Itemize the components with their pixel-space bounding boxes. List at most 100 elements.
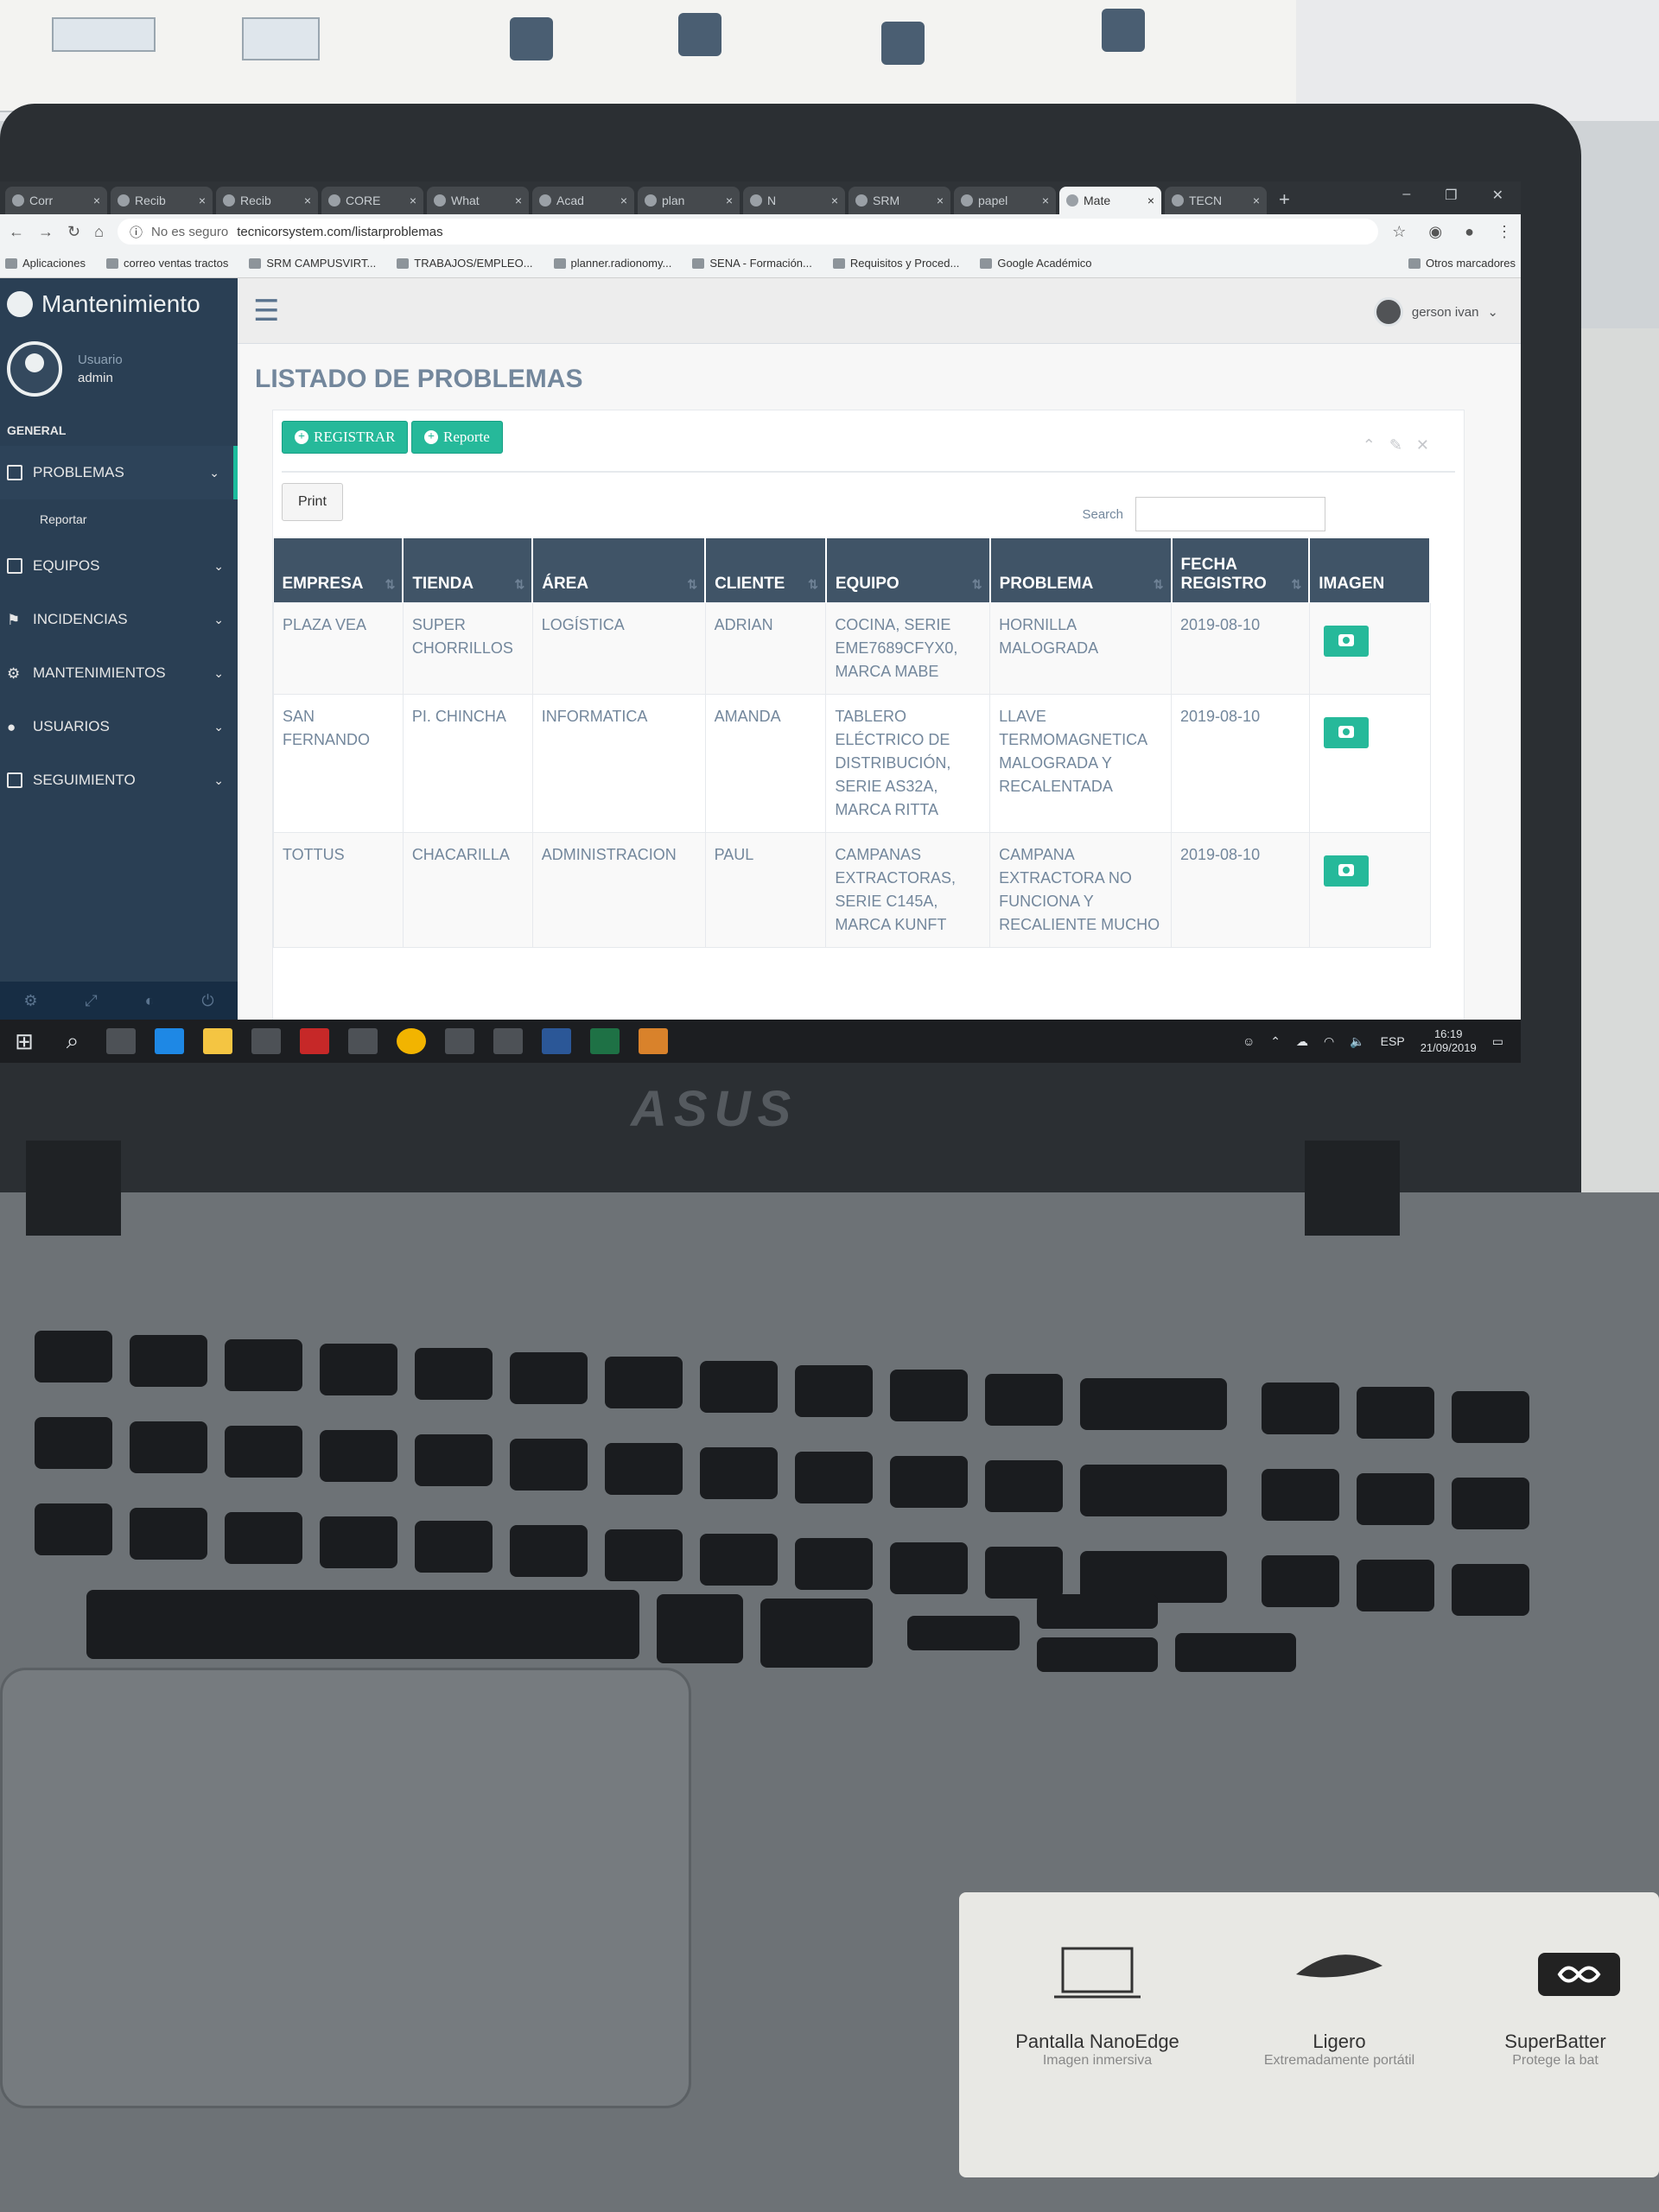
menu-icon[interactable]: ⋮	[1497, 223, 1512, 241]
browser-tab[interactable]: Recib ×	[111, 187, 213, 214]
word-icon[interactable]	[542, 1028, 571, 1054]
close-icon[interactable]: ×	[304, 194, 311, 207]
back-icon[interactable]: ←	[9, 223, 24, 241]
sidebar-item-equipos[interactable]: EQUIPOS ⌄	[0, 539, 238, 593]
calculator-icon[interactable]	[493, 1028, 523, 1054]
chevron-up-icon[interactable]: ⌃	[1270, 1034, 1281, 1049]
register-button[interactable]: + REGISTRAR	[282, 421, 409, 454]
excel-icon[interactable]	[590, 1028, 620, 1054]
close-icon[interactable]: ×	[1042, 194, 1049, 207]
search-icon[interactable]: ⌕	[58, 1027, 87, 1054]
minimize-icon[interactable]: –	[1402, 187, 1410, 204]
close-icon[interactable]: ×	[1147, 194, 1154, 207]
clock[interactable]: 16:19 21/09/2019	[1421, 1027, 1477, 1054]
bookmark-item[interactable]: TRABAJOS/EMPLEO...	[397, 257, 533, 270]
edge-icon[interactable]	[155, 1028, 184, 1054]
sidebar-item-incidencias[interactable]: ⚑ INCIDENCIAS ⌄	[0, 593, 238, 646]
maximize-icon[interactable]: ❐	[1445, 187, 1457, 204]
browser-tab[interactable]: SRM ×	[849, 187, 950, 214]
windows-start-icon[interactable]: ⊞	[10, 1028, 39, 1054]
browser-tab[interactable]: What ×	[427, 187, 529, 214]
close-icon[interactable]: ×	[831, 194, 838, 207]
close-icon[interactable]: ×	[515, 194, 522, 207]
url-field[interactable]: ⓘ No es seguro tecnicorsystem.com/listar…	[117, 219, 1379, 245]
browser-tab[interactable]: CORE ×	[321, 187, 423, 214]
column-header[interactable]: EQUIPO ⇅	[825, 538, 991, 602]
sidebar-item-usuarios[interactable]: ● USUARIOS ⌄	[0, 700, 238, 753]
close-window-icon[interactable]: ✕	[1492, 187, 1503, 204]
browser-tab[interactable]: Corr ×	[5, 187, 107, 214]
bookmark-item[interactable]: SRM CAMPUSVIRT...	[249, 257, 376, 270]
chrome-icon[interactable]	[397, 1028, 426, 1054]
extension-icon[interactable]: ◉	[1428, 223, 1442, 241]
bookmark-item[interactable]: Google Académico	[980, 257, 1091, 270]
browser-tab[interactable]: TECN ×	[1165, 187, 1267, 214]
column-header[interactable]: IMAGEN	[1309, 538, 1431, 602]
bookmark-item[interactable]: SENA - Formación...	[692, 257, 812, 270]
column-header[interactable]: ÁREA ⇅	[532, 538, 707, 602]
wifi-icon[interactable]: ◠	[1324, 1034, 1334, 1049]
reload-icon[interactable]: ↻	[67, 223, 80, 241]
new-tab-button[interactable]: +	[1270, 188, 1299, 214]
app-icon[interactable]	[639, 1028, 668, 1054]
close-icon[interactable]: ×	[1253, 194, 1260, 207]
fullscreen-icon[interactable]: ⤢	[85, 992, 97, 1010]
hamburger-menu-icon[interactable]: ☰	[253, 294, 279, 328]
column-header[interactable]: PROBLEMA ⇅	[989, 538, 1173, 602]
close-icon[interactable]: ×	[620, 194, 627, 207]
search-input[interactable]	[1135, 497, 1325, 531]
camera-icon[interactable]	[1323, 716, 1369, 748]
close-icon[interactable]: ×	[726, 194, 733, 207]
sidebar-item-problemas[interactable]: PROBLEMAS ⌄	[0, 446, 238, 499]
user-menu[interactable]: gerson ivan ⌄	[1373, 297, 1498, 327]
sidebar-item-mantenimientos[interactable]: ⚙ MANTENIMIENTOS ⌄	[0, 646, 238, 700]
browser-tab[interactable]: papel ×	[954, 187, 1056, 214]
bookmark-item[interactable]: Aplicaciones	[5, 257, 86, 270]
home-icon[interactable]: ⌂	[94, 223, 104, 241]
store-icon[interactable]	[251, 1028, 281, 1054]
info-icon[interactable]: ⓘ	[130, 223, 143, 241]
people-icon[interactable]: ☺	[1243, 1034, 1255, 1048]
report-button[interactable]: + Reporte	[411, 421, 503, 454]
submenu-item-reportar[interactable]: Reportar	[0, 499, 238, 539]
volume-icon[interactable]: 🔈	[1350, 1034, 1364, 1049]
close-icon[interactable]: ×	[93, 194, 100, 207]
sidebar-item-seguimiento[interactable]: SEGUIMIENTO ⌄	[0, 753, 238, 807]
browser-tab-active[interactable]: Mate ×	[1059, 187, 1161, 214]
bookmark-item[interactable]: Requisitos y Proced...	[832, 257, 959, 270]
forward-icon[interactable]: →	[38, 223, 54, 241]
close-icon[interactable]: ×	[199, 194, 206, 207]
wrench-icon[interactable]: ✎	[1389, 436, 1402, 454]
column-header[interactable]: TIENDA ⇅	[403, 538, 534, 602]
app-icon[interactable]	[300, 1028, 329, 1054]
close-icon[interactable]: ✕	[1416, 436, 1429, 454]
column-header[interactable]: FECHA REGISTRO ⇅	[1171, 538, 1311, 602]
notifications-icon[interactable]: ▭	[1492, 1034, 1503, 1049]
close-icon[interactable]: ×	[410, 194, 416, 207]
camera-icon[interactable]	[1323, 625, 1369, 657]
app-icon[interactable]	[445, 1028, 474, 1054]
star-icon[interactable]: ☆	[1392, 223, 1406, 241]
browser-tab[interactable]: Acad ×	[532, 187, 634, 214]
cloud-icon[interactable]: ☁	[1296, 1034, 1308, 1049]
print-button[interactable]: Print	[282, 483, 343, 521]
column-header[interactable]: CLIENTE ⇅	[705, 538, 827, 602]
bookmark-item[interactable]: planner.radionomy...	[553, 257, 671, 270]
language-indicator[interactable]: ESP	[1381, 1034, 1405, 1048]
other-bookmarks[interactable]: Otros marcadores	[1408, 257, 1516, 270]
bookmark-item[interactable]: correo ventas tractos	[106, 257, 228, 270]
logout-icon[interactable]: ⏻	[201, 992, 213, 1010]
file-explorer-icon[interactable]	[203, 1028, 232, 1054]
mail-icon[interactable]	[348, 1028, 378, 1054]
task-view-icon[interactable]	[106, 1028, 136, 1054]
profile-icon[interactable]: ●	[1465, 223, 1474, 241]
lock-icon[interactable]: ◐	[145, 992, 155, 1010]
brand[interactable]: Mantenimiento	[0, 278, 238, 330]
column-header[interactable]: EMPRESA ⇅	[273, 538, 404, 602]
camera-icon[interactable]	[1323, 855, 1369, 887]
browser-tab[interactable]: plan ×	[638, 187, 740, 214]
close-icon[interactable]: ×	[937, 194, 944, 207]
settings-icon[interactable]: ⚙	[23, 992, 37, 1010]
browser-tab[interactable]: N ×	[743, 187, 845, 214]
collapse-icon[interactable]: ⌃	[1363, 436, 1376, 454]
